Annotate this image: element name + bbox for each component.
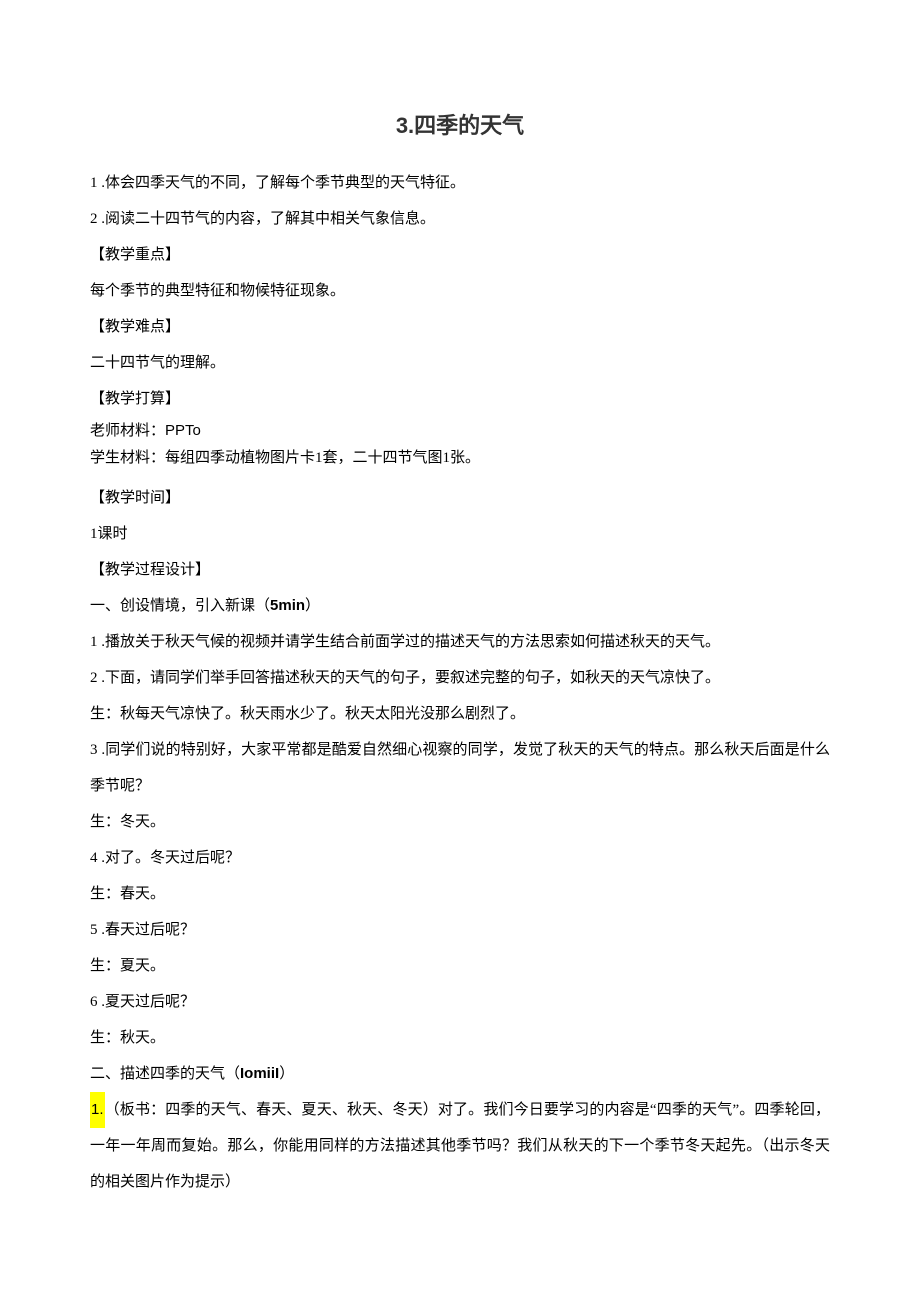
line-21: 5 .春天过后呢？ [90,912,830,948]
duration-5min: 5min [270,597,305,614]
teacher-material-value: PPTo [165,422,201,439]
line-8: 老师材料：PPTo [90,417,830,445]
highlight-number-1: 1. [90,1092,105,1128]
line-1: 1 .体会四季天气的不同，了解每个季节典型的天气特征。 [90,165,830,201]
title-text: 四季的天气 [414,113,524,138]
line-14: 1 .播放关于秋天气候的视频并请学生结合前面学过的描述天气的方法思索如何描述秋天… [90,624,830,660]
line-20: 生：春天。 [90,876,830,912]
section-one-suffix: ） [305,598,320,614]
section-process: 【教学过程设计】 [90,552,830,588]
line-13: 一、创设情境，引入新课（5min） [90,588,830,624]
line-11: 1课时 [90,516,830,552]
line-6: 二十四节气的理解。 [90,345,830,381]
document-title: 3.四季的天气 [90,100,830,153]
line-25: 二、描述四季的天气（IomiiI） [90,1056,830,1092]
line-15: 2 .下面，请同学们举手回答描述秋天的天气的句子，要叙述完整的句子，如秋天的天气… [90,660,830,696]
section-focus: 【教学重点】 [90,237,830,273]
line-9: 学生材料：每组四季动植物图片卡1套，二十四节气图1张。 [90,445,830,472]
line-24: 生：秋天。 [90,1020,830,1056]
line-17: 3 .同学们说的特别好，大家平常都是酷爱自然细心视察的同学，发觉了秋天的天气的特… [90,732,830,804]
teacher-material-label: 老师材料： [90,423,165,439]
duration-iomiii: IomiiI [240,1065,279,1082]
line-16: 生：秋每天气凉快了。秋天雨水少了。秋天太阳光没那么剧烈了。 [90,696,830,732]
line-26: 1.（板书：四季的天气、春天、夏天、秋天、冬天）对了。我们今日要学习的内容是“四… [90,1092,830,1200]
line-23: 6 .夏天过后呢？ [90,984,830,1020]
section-difficulty: 【教学难点】 [90,309,830,345]
section-time: 【教学时间】 [90,480,830,516]
line-26-body: （板书：四季的天气、春天、夏天、秋天、冬天）对了。我们今日要学习的内容是“四季的… [90,1102,830,1190]
line-19: 4 .对了。冬天过后呢？ [90,840,830,876]
line-2: 2 .阅读二十四节气的内容，了解其中相关气象信息。 [90,201,830,237]
section-two-prefix: 二、描述四季的天气（ [90,1066,240,1082]
title-number: 3. [396,113,414,138]
section-one-prefix: 一、创设情境，引入新课（ [90,598,270,614]
line-22: 生：夏天。 [90,948,830,984]
line-18: 生：冬天。 [90,804,830,840]
section-two-suffix: ） [279,1066,294,1082]
section-preparation: 【教学打算】 [90,381,830,417]
line-4: 每个季节的典型特征和物候特征现象。 [90,273,830,309]
